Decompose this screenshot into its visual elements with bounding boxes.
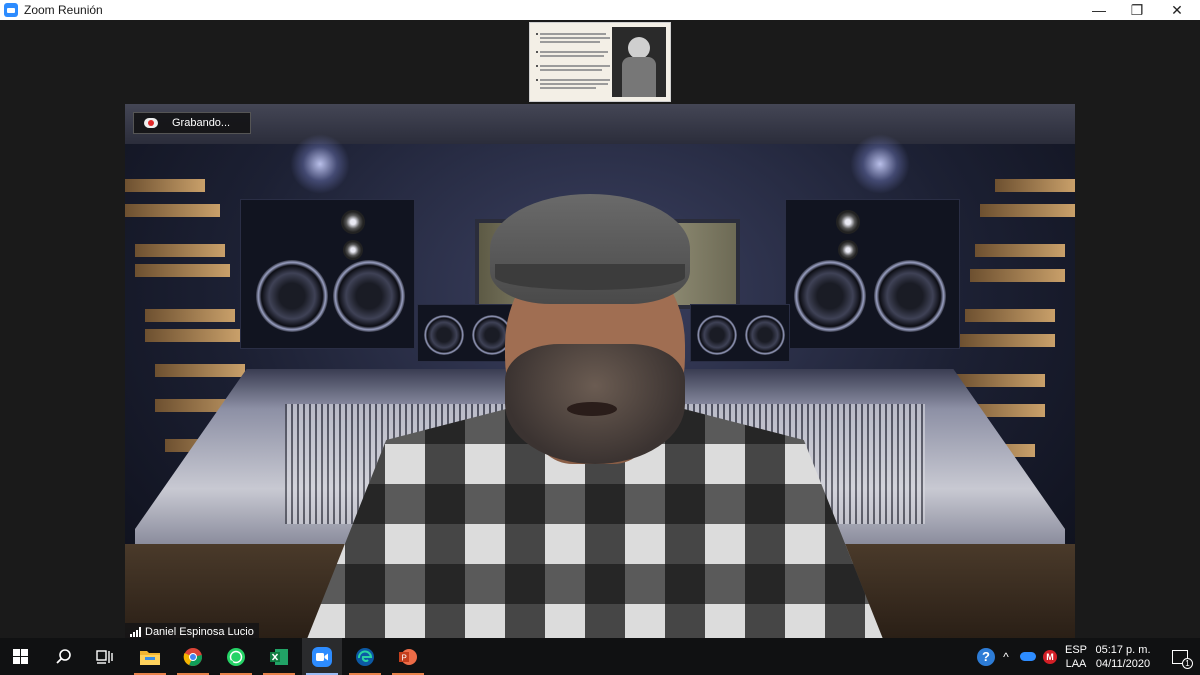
notification-icon: 1 bbox=[1172, 649, 1193, 669]
clock-button[interactable]: 05:17 p. m. 04/11/2020 bbox=[1092, 643, 1154, 671]
svg-text:P: P bbox=[402, 653, 407, 662]
windows-taskbar: P ? ^ M ESP LAA 05:17 p. m. 04/11/2020 1 bbox=[0, 638, 1200, 675]
wall-slat bbox=[125, 204, 220, 217]
clock-date: 04/11/2020 bbox=[1095, 658, 1151, 670]
file-explorer-button[interactable] bbox=[130, 638, 170, 675]
zoom-app-icon bbox=[4, 3, 18, 17]
cap-brim bbox=[495, 264, 685, 290]
start-button[interactable] bbox=[0, 638, 40, 675]
excel-button[interactable] bbox=[259, 638, 299, 675]
wall-slat bbox=[975, 244, 1065, 257]
studio-ceiling bbox=[125, 104, 1075, 144]
edge-button[interactable] bbox=[345, 638, 385, 675]
mouth bbox=[567, 402, 617, 416]
zoom-icon bbox=[312, 646, 332, 667]
chrome-icon bbox=[183, 647, 203, 666]
wall-slat bbox=[995, 179, 1075, 192]
input-language-button[interactable]: ESP LAA bbox=[1060, 643, 1092, 671]
zoom-button[interactable] bbox=[302, 638, 342, 675]
language-code: ESP bbox=[1064, 644, 1087, 656]
excel-icon bbox=[270, 648, 288, 665]
title-bar: Zoom Reunión — ❐ ✕ bbox=[0, 0, 1200, 20]
cloud-recording-icon bbox=[144, 118, 158, 128]
shared-screen-thumbnail[interactable] bbox=[529, 22, 671, 102]
windows-logo-icon bbox=[12, 649, 28, 664]
mcafee-icon: M bbox=[1043, 649, 1057, 664]
search-icon bbox=[56, 648, 71, 664]
meeting-stage: Grabando... Daniel Espinosa Lucio bbox=[0, 20, 1200, 640]
whatsapp-icon bbox=[227, 647, 245, 666]
participant-name: Daniel Espinosa Lucio bbox=[145, 625, 254, 638]
wall-slat bbox=[155, 364, 245, 377]
wall-slat bbox=[960, 334, 1055, 347]
wall-slat bbox=[125, 179, 205, 192]
notification-count: 1 bbox=[1182, 657, 1193, 669]
whatsapp-button[interactable] bbox=[216, 638, 256, 675]
wall-slat bbox=[965, 309, 1055, 322]
task-view-button[interactable] bbox=[85, 638, 125, 675]
edge-icon bbox=[356, 647, 374, 666]
powerpoint-icon: P bbox=[399, 648, 417, 665]
wall-slat bbox=[955, 374, 1045, 387]
participant-person bbox=[305, 174, 885, 638]
clock-time: 05:17 p. m. bbox=[1095, 644, 1151, 656]
slide-photo bbox=[612, 27, 666, 97]
close-button[interactable]: ✕ bbox=[1154, 0, 1200, 20]
notifications-button[interactable]: 1 bbox=[1160, 638, 1200, 675]
wall-slat bbox=[145, 329, 240, 342]
task-view-icon bbox=[96, 649, 113, 664]
recording-label: Grabando... bbox=[172, 117, 231, 129]
recording-indicator[interactable]: Grabando... bbox=[133, 112, 251, 134]
participant-video[interactable]: Grabando... bbox=[125, 104, 1075, 638]
window-title: Zoom Reunión bbox=[24, 3, 103, 17]
wall-slat bbox=[970, 269, 1065, 282]
search-button[interactable] bbox=[44, 638, 84, 675]
wall-slat bbox=[980, 204, 1075, 217]
wall-slat bbox=[145, 309, 235, 322]
powerpoint-button[interactable]: P bbox=[388, 638, 428, 675]
chrome-button[interactable] bbox=[173, 638, 213, 675]
folder-icon bbox=[140, 650, 160, 665]
wall-slat bbox=[135, 264, 230, 277]
wall-slat bbox=[135, 244, 225, 257]
signal-strength-icon bbox=[130, 626, 141, 637]
chevron-up-icon: ^ bbox=[1003, 649, 1009, 664]
keyboard-layout: LAA bbox=[1065, 658, 1087, 670]
